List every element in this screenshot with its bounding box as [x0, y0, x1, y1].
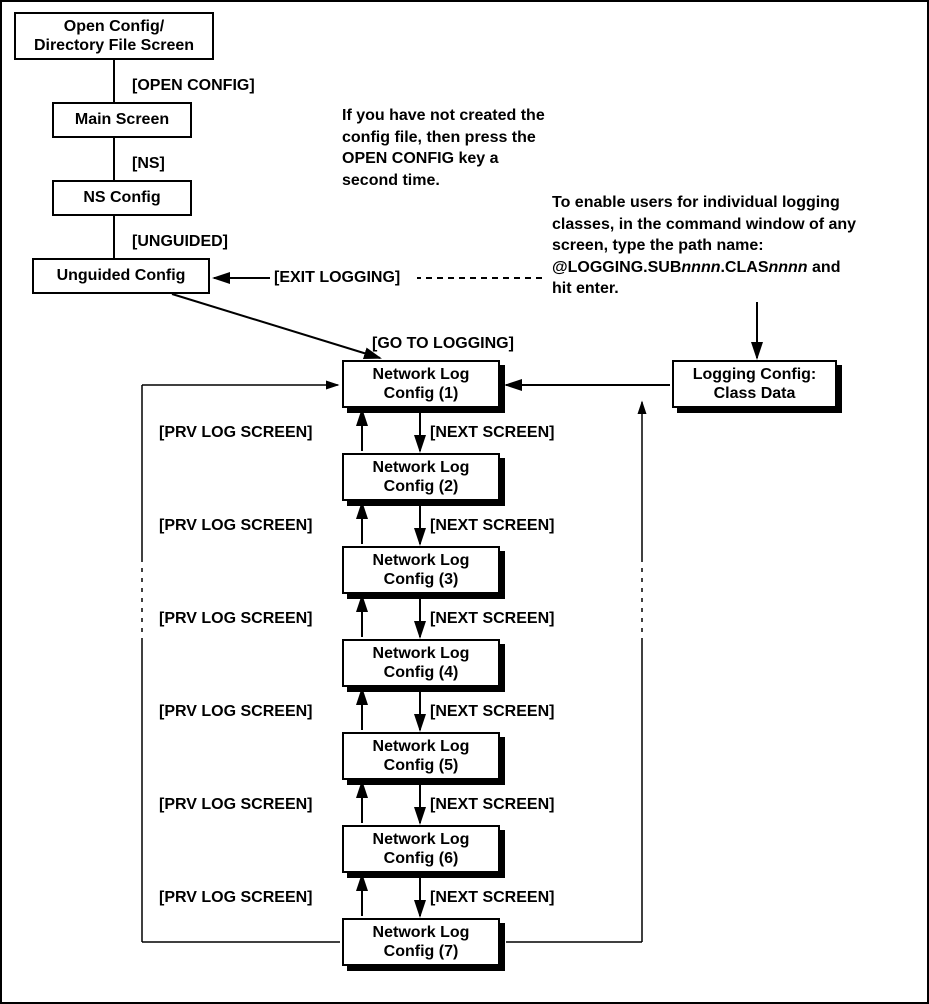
box-ns-config: NS Config — [52, 180, 192, 216]
label-prv-2: [PRV LOG SCREEN] — [159, 517, 313, 535]
label-next-6: [NEXT SCREEN] — [430, 889, 554, 907]
box-label: Network LogConfig (3) — [373, 551, 470, 589]
box-netlog-7: Network LogConfig (7) — [342, 918, 500, 966]
box-label: Network LogConfig (5) — [373, 737, 470, 775]
box-netlog-1: Network LogConfig (1) — [342, 360, 500, 408]
label-next-3: [NEXT SCREEN] — [430, 610, 554, 628]
label-prv-6: [PRV LOG SCREEN] — [159, 889, 313, 907]
box-label: NS Config — [83, 188, 160, 207]
box-logging-class: Logging Config:Class Data — [672, 360, 837, 408]
box-label: Logging Config:Class Data — [693, 365, 817, 403]
label-next-2: [NEXT SCREEN] — [430, 517, 554, 535]
box-label: Network LogConfig (1) — [373, 365, 470, 403]
label-open-config: [OPEN CONFIG] — [132, 77, 255, 95]
note-logging-path: To enable users for individual loggingcl… — [552, 192, 912, 300]
label-go-to-logging: [GO TO LOGGING] — [372, 335, 514, 353]
box-netlog-5: Network LogConfig (5) — [342, 732, 500, 780]
label-next-5: [NEXT SCREEN] — [430, 796, 554, 814]
box-open-config-screen: Open Config/Directory File Screen — [14, 12, 214, 60]
label-next-1: [NEXT SCREEN] — [430, 424, 554, 442]
diagram-frame: Open Config/Directory File Screen [OPEN … — [0, 0, 929, 1004]
box-label: Unguided Config — [57, 266, 186, 285]
label-ns: [NS] — [132, 155, 165, 173]
label-unguided: [UNGUIDED] — [132, 233, 228, 251]
box-unguided-config: Unguided Config — [32, 258, 210, 294]
box-netlog-3: Network LogConfig (3) — [342, 546, 500, 594]
label-exit-logging: [EXIT LOGGING] — [274, 269, 400, 287]
box-netlog-2: Network LogConfig (2) — [342, 453, 500, 501]
label-prv-4: [PRV LOG SCREEN] — [159, 703, 313, 721]
box-label: Network LogConfig (2) — [373, 458, 470, 496]
box-label: Main Screen — [75, 110, 169, 129]
box-label: Network LogConfig (4) — [373, 644, 470, 682]
box-label: Open Config/Directory File Screen — [34, 17, 194, 55]
label-prv-3: [PRV LOG SCREEN] — [159, 610, 313, 628]
box-netlog-4: Network LogConfig (4) — [342, 639, 500, 687]
box-main-screen: Main Screen — [52, 102, 192, 138]
label-prv-5: [PRV LOG SCREEN] — [159, 796, 313, 814]
label-prv-1: [PRV LOG SCREEN] — [159, 424, 313, 442]
label-next-4: [NEXT SCREEN] — [430, 703, 554, 721]
box-netlog-6: Network LogConfig (6) — [342, 825, 500, 873]
box-label: Network LogConfig (6) — [373, 830, 470, 868]
box-label: Network LogConfig (7) — [373, 923, 470, 961]
note-open-config: If you have not created theconfig file, … — [342, 105, 602, 191]
